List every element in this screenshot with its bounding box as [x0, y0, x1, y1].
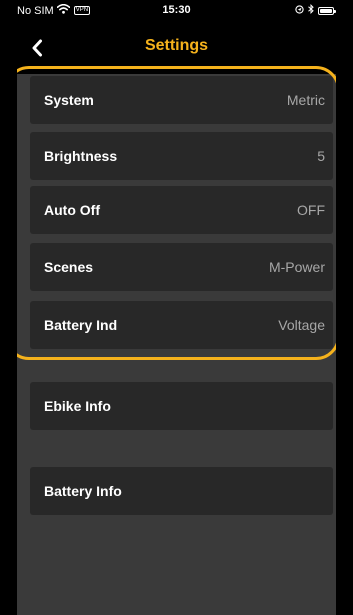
setting-value: M-Power — [268, 259, 325, 275]
setting-row-auto-off[interactable]: Auto Off OFF — [30, 186, 333, 234]
setting-label: Battery Ind — [44, 317, 118, 333]
bluetooth-icon — [308, 3, 314, 17]
status-right — [295, 3, 336, 17]
status-bar: No SIM VPN 15:30 — [17, 0, 336, 22]
info-row-ebike[interactable]: Ebike Info — [30, 382, 333, 430]
setting-label: System — [44, 92, 94, 108]
setting-value: Metric — [286, 92, 325, 108]
vpn-badge: VPN — [73, 6, 91, 15]
navigation-bar: Settings — [17, 22, 336, 74]
setting-row-scenes[interactable]: Scenes M-Power — [30, 243, 333, 291]
setting-value: 5 — [317, 148, 325, 164]
wifi-icon — [56, 3, 70, 17]
setting-row-brightness[interactable]: Brightness 5 — [30, 132, 333, 180]
setting-row-system[interactable]: System Metric — [30, 76, 333, 124]
setting-label: Auto Off — [44, 202, 100, 218]
setting-value: Voltage — [278, 317, 325, 333]
page-title: Settings — [144, 37, 209, 54]
info-row-battery[interactable]: Battery Info — [30, 467, 333, 515]
status-left: No SIM VPN — [17, 3, 91, 17]
setting-value: OFF — [297, 202, 325, 218]
setting-label: Brightness — [44, 148, 118, 164]
info-label: Battery Info — [44, 483, 122, 499]
carrier-label: No SIM — [17, 4, 54, 17]
info-label: Ebike Info — [44, 398, 111, 414]
status-time: 15:30 — [162, 4, 191, 16]
settings-screen: No SIM VPN 15:30 Settings System Metric … — [17, 0, 336, 615]
setting-row-battery-ind[interactable]: Battery Ind Voltage — [30, 301, 333, 349]
setting-label: Scenes — [44, 259, 94, 275]
battery-icon — [318, 6, 336, 15]
location-icon — [295, 4, 304, 17]
